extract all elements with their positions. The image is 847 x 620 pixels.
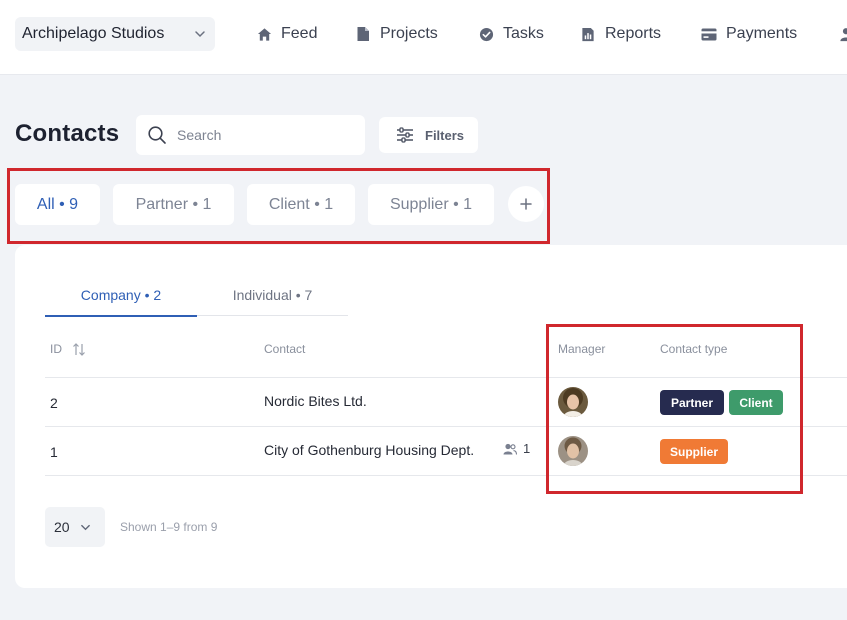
nav-item-label: Projects [380, 25, 438, 42]
document-icon [355, 26, 371, 42]
nav-item-feed[interactable]: Feed [256, 24, 317, 44]
column-header-id[interactable]: ID [50, 342, 86, 356]
column-header-contact: Contact [264, 342, 306, 356]
search-placeholder: Search [177, 127, 222, 143]
nav-item-tasks[interactable]: Tasks [478, 24, 544, 44]
people-count-value: 1 [523, 441, 531, 456]
segment-highlight-box [7, 168, 550, 244]
home-icon [256, 26, 272, 42]
page-size-select[interactable]: 20 [45, 507, 105, 547]
search-icon [147, 125, 167, 145]
tab-company[interactable]: Company • 2 [45, 287, 197, 317]
people-count[interactable]: 1 [503, 441, 530, 456]
sort-icon[interactable] [72, 342, 86, 356]
filters-button[interactable]: Filters [379, 117, 478, 153]
nav-item-more[interactable] [838, 24, 847, 44]
tab-individual[interactable]: Individual • 7 [197, 287, 348, 317]
chevron-down-icon [80, 522, 91, 533]
user-icon [838, 26, 847, 42]
active-tab-indicator [45, 315, 197, 317]
column-highlight-box [546, 324, 803, 494]
top-navigation-bar: Archipelago Studios Feed Projects Tasks … [0, 0, 847, 75]
page-size-value: 20 [54, 519, 70, 535]
column-header-label: ID [50, 342, 62, 356]
nav-item-projects[interactable]: Projects [355, 24, 438, 44]
nav-item-label: Reports [605, 25, 662, 42]
workspace-name: Archipelago Studios [22, 25, 165, 42]
row-id: 1 [50, 444, 58, 460]
nav-item-reports[interactable]: Reports [580, 24, 661, 44]
nav-item-label: Tasks [503, 25, 544, 42]
search-input[interactable]: Search [136, 115, 365, 155]
pagination-summary: Shown 1–9 from 9 [120, 520, 218, 534]
users-icon [503, 443, 517, 455]
row-id: 2 [50, 395, 58, 411]
bar-chart-icon [580, 26, 596, 42]
sliders-icon [396, 127, 414, 143]
filters-label: Filters [425, 127, 465, 143]
row-contact-name[interactable]: City of Gothenburg Housing Dept. [264, 442, 474, 458]
chevron-down-icon [194, 28, 206, 40]
workspace-selector[interactable]: Archipelago Studios [15, 17, 215, 51]
check-circle-icon [478, 26, 494, 42]
nav-item-label: Feed [281, 25, 318, 42]
page-title: Contacts [15, 120, 120, 147]
nav-item-label: Payments [726, 25, 798, 42]
nav-item-payments[interactable]: Payments [701, 24, 797, 44]
row-contact-name[interactable]: Nordic Bites Ltd. [264, 393, 367, 409]
credit-card-icon [701, 26, 717, 42]
